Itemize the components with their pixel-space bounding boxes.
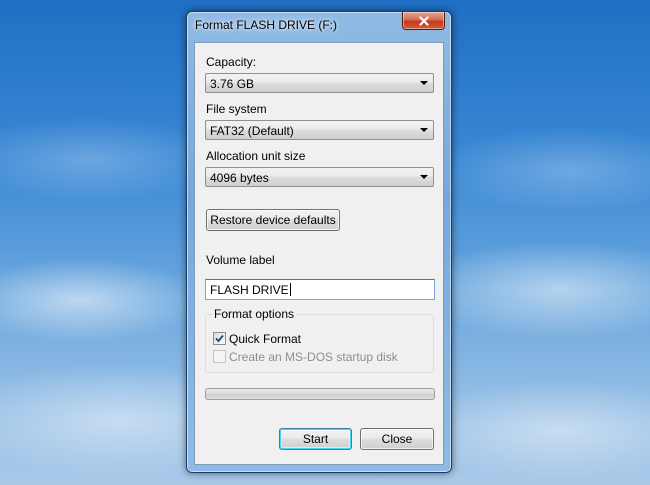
format-dialog: Format FLASH DRIVE (F:) Capacity: 3.76 G… (186, 11, 452, 473)
quick-format-checkbox[interactable] (213, 332, 226, 345)
restore-defaults-button[interactable]: Restore device defaults (206, 209, 340, 231)
format-options-legend: Format options (212, 307, 297, 321)
window-title: Format FLASH DRIVE (F:) (195, 18, 338, 32)
chevron-down-icon (420, 128, 428, 132)
chevron-down-icon (420, 175, 428, 179)
volume-label-caption: Volume label (206, 253, 275, 267)
file-system-dropdown[interactable]: FAT32 (Default) (205, 120, 434, 140)
allocation-value: 4096 bytes (210, 171, 269, 185)
text-caret (289, 283, 291, 296)
close-window-button[interactable] (402, 12, 445, 30)
volume-label-value: FLASH DRIVE (210, 283, 289, 297)
close-icon (418, 15, 429, 26)
title-bar[interactable]: Format FLASH DRIVE (F:) (187, 12, 451, 36)
allocation-dropdown[interactable]: 4096 bytes (205, 167, 434, 187)
capacity-label: Capacity: (206, 55, 257, 69)
chevron-down-icon (420, 81, 428, 85)
msdos-startup-checkbox (213, 350, 226, 363)
file-system-value: FAT32 (Default) (210, 124, 294, 138)
close-button[interactable]: Close (360, 428, 434, 450)
volume-label-input[interactable]: FLASH DRIVE (205, 279, 435, 300)
capacity-dropdown[interactable]: 3.76 GB (205, 73, 434, 93)
format-progress-bar (205, 388, 435, 400)
dialog-body: Capacity: 3.76 GB File system FAT32 (Def… (194, 42, 444, 465)
start-button[interactable]: Start (279, 428, 352, 450)
quick-format-label: Quick Format (229, 332, 302, 346)
msdos-startup-label: Create an MS-DOS startup disk (229, 350, 398, 364)
file-system-label: File system (206, 102, 267, 116)
checkmark-icon (215, 334, 224, 343)
capacity-value: 3.76 GB (210, 77, 255, 91)
allocation-label: Allocation unit size (206, 149, 306, 163)
format-options-group: Format options Quick Format Create an MS… (205, 307, 434, 373)
